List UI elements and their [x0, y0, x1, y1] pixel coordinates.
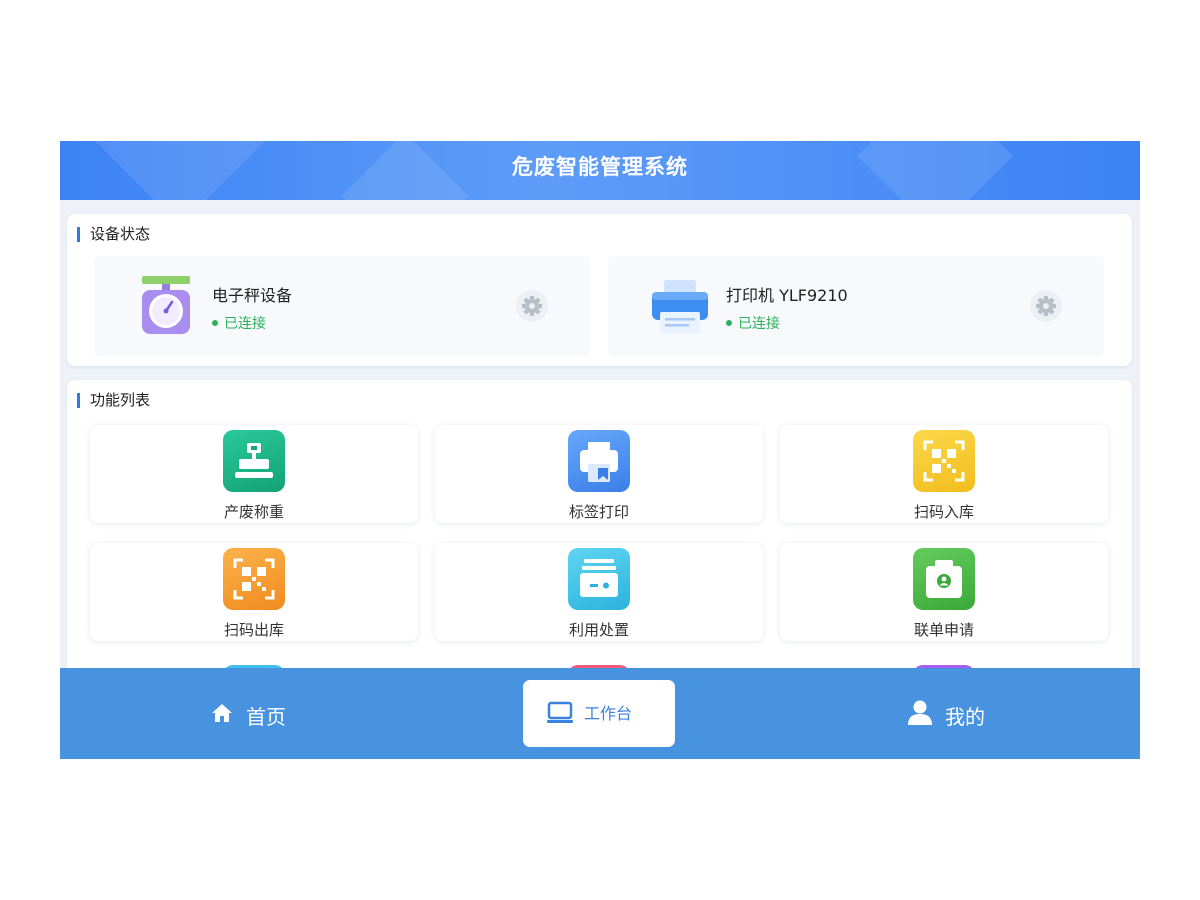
weigh-icon-graphic [235, 443, 273, 478]
gear-icon [522, 296, 542, 316]
tab-mine[interactable]: 我的 [908, 668, 998, 759]
app-title: 危废智能管理系统 [512, 155, 688, 179]
scan-in-icon [913, 430, 975, 492]
home-icon [212, 704, 232, 722]
status-dot [212, 320, 218, 326]
connection-status: 已连接 [212, 313, 266, 333]
device-scale[interactable]: 电子秤设备 已连接 [94, 256, 590, 356]
device-settings-button[interactable] [516, 290, 548, 322]
function-scan-out[interactable]: 扫码出库 [90, 543, 418, 641]
archive-icon [580, 559, 618, 597]
tab-workbench[interactable]: 工作台 [523, 680, 675, 747]
folder-user-icon [926, 560, 962, 598]
status-text: 已连接 [738, 316, 780, 332]
function-label: 标签打印 [568, 503, 629, 521]
monitor-icon [547, 701, 573, 723]
user-icon [908, 700, 932, 725]
function-label: 扫码出库 [223, 621, 284, 639]
tab-home[interactable]: 首页 [210, 668, 300, 759]
device-status-card: 设备状态 电子秤设备 已连接 打印机 YLF9210 已连接 [67, 214, 1132, 366]
function-label: 扫码入库 [913, 503, 974, 521]
tab-label: 我的 [945, 705, 985, 729]
title-bar: 危废智能管理系统 [60, 141, 1140, 200]
scan-out-icon [223, 548, 285, 610]
gear-icon [1036, 296, 1056, 316]
function-disposal[interactable]: 利用处置 [435, 543, 763, 641]
status-dot [726, 320, 732, 326]
label-print-icon [568, 430, 630, 492]
device-settings-button[interactable] [1030, 290, 1062, 322]
tab-label: 首页 [246, 705, 286, 729]
function-manifest[interactable]: 联单申请 [780, 543, 1108, 641]
device-name: 电子秤设备 [212, 286, 293, 305]
function-scan-in[interactable]: 扫码入库 [780, 425, 1108, 523]
bottom-tab-bar: 首页 工作台 我的 [60, 668, 1140, 759]
app-window: 危废智能管理系统 设备状态 电子秤设备 已连接 打印机 YLF9210 已连接 … [60, 141, 1140, 759]
scale-icon [142, 276, 190, 334]
status-text: 已连接 [224, 316, 266, 332]
function-label-print[interactable]: 标签打印 [435, 425, 763, 523]
qr-icon [923, 440, 965, 482]
label-print-icon-graphic [580, 442, 618, 482]
function-label: 利用处置 [568, 621, 629, 639]
function-weighing[interactable]: 产废称重 [90, 425, 418, 523]
disposal-icon [568, 548, 630, 610]
function-label: 联单申请 [913, 621, 974, 639]
function-label: 产废称重 [223, 503, 284, 521]
tab-label: 工作台 [584, 704, 633, 723]
device-name: 打印机 YLF9210 [726, 286, 848, 305]
device-printer[interactable]: 打印机 YLF9210 已连接 [608, 256, 1104, 356]
weigh-icon [223, 430, 285, 492]
device-section-title: 设备状态 [77, 227, 150, 242]
manifest-icon [913, 548, 975, 610]
qr-icon [233, 558, 275, 600]
connection-status: 已连接 [726, 313, 780, 333]
function-section-title: 功能列表 [77, 393, 150, 408]
printer-icon [652, 280, 708, 334]
